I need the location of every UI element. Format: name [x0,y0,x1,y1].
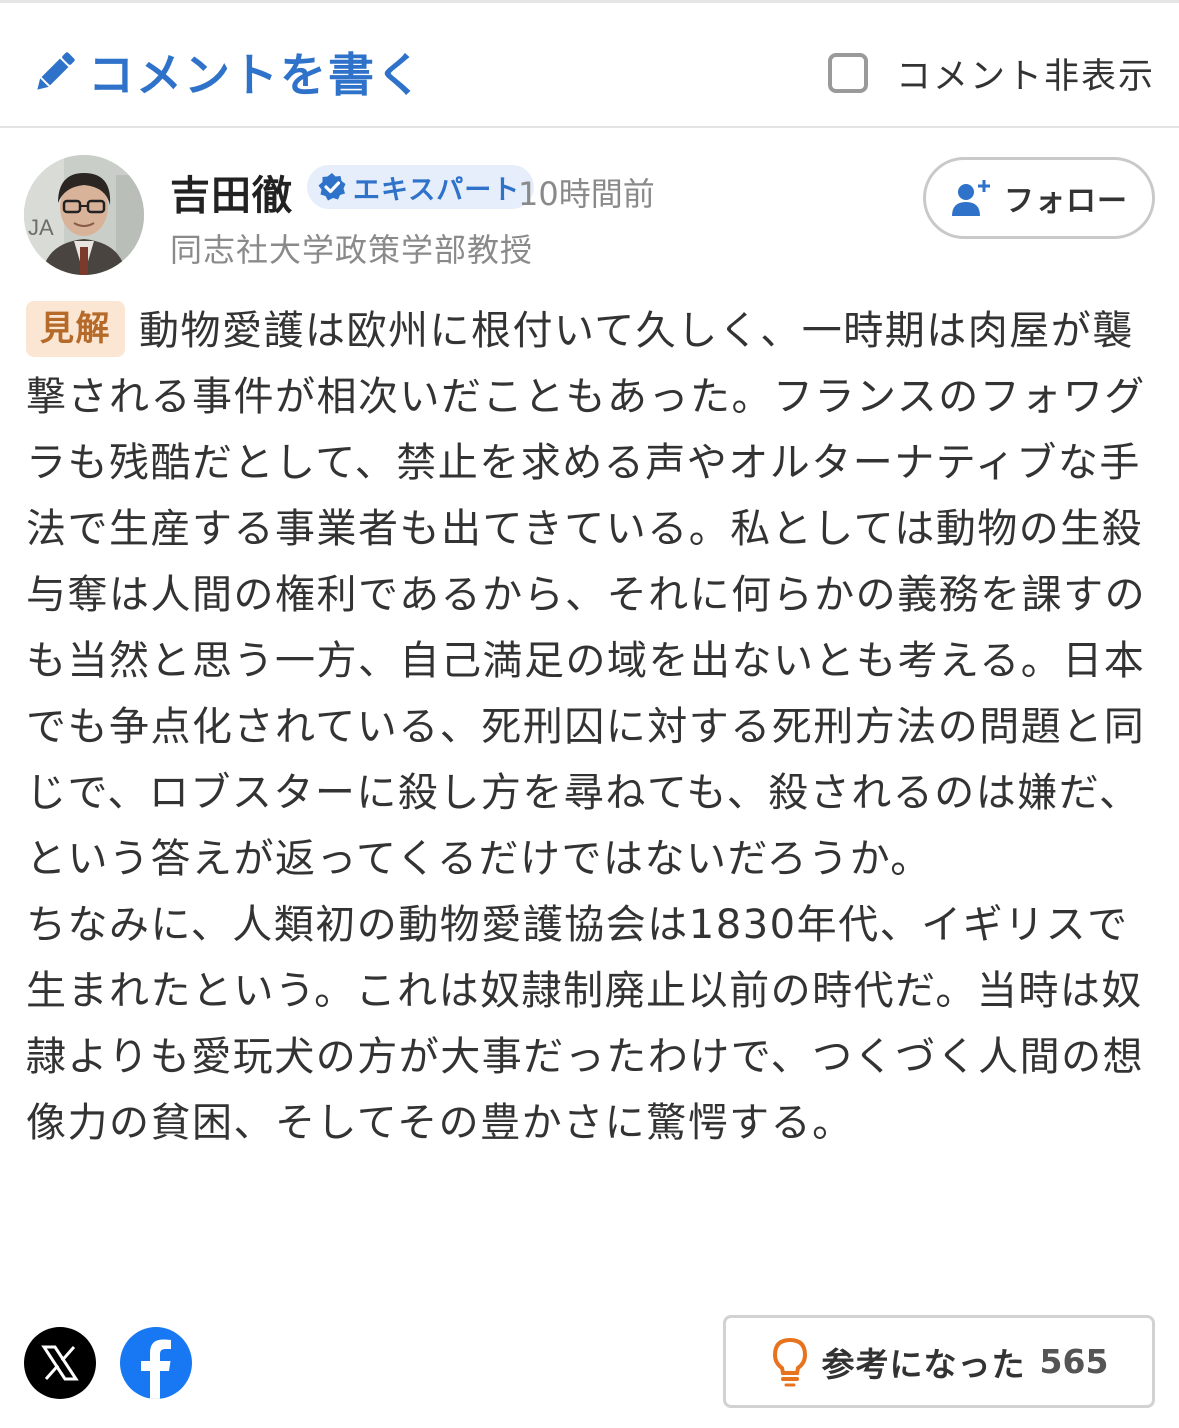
comment-body: 見解 動物愛護は欧州に根付いて久しく、一時期は肉屋が襲撃される事件が相次いだことも… [26,298,1154,1156]
add-person-icon [952,180,990,216]
share-facebook-button[interactable] [120,1327,192,1399]
follow-button[interactable]: フォロー [923,157,1155,239]
author-title: 同志社大学政策学部教授 [170,231,534,269]
comment-paragraph-text: ちなみに、人類初の動物愛護協会は1830年代、イギリスで生まれたという。これは奴… [26,902,1145,1146]
comment-footer: 参考になった 565 [24,1315,1155,1410]
pencil-icon [37,52,75,90]
facebook-logo-icon [141,1339,171,1399]
avatar[interactable]: JA [24,155,144,275]
hide-comments-toggle[interactable]: コメント非表示 [827,47,1155,99]
posted-time: 10時間前 [518,175,655,213]
expert-badge: エキスパート [307,165,535,209]
write-comment-label: コメントを書く [88,48,424,102]
hide-comments-label: コメント非表示 [895,56,1155,97]
author-name[interactable]: 吉田徹 [170,163,293,221]
svg-text:JA: JA [28,215,54,240]
write-comment-link[interactable]: コメントを書く [30,41,424,103]
comment-paragraph: ちなみに、人類初の動物愛護協会は1830年代、イギリスで生まれたという。これは奴… [26,892,1154,1156]
follow-label: フォロー [1004,184,1128,219]
verified-check-icon [318,173,346,201]
hide-comments-checkbox[interactable] [827,53,868,93]
x-logo-icon [41,1345,79,1381]
author-photo: JA [24,155,144,275]
author-row: JA 吉田徹 エキスパート 10時間前 同志社大学政策学部教授 フォロー [24,155,1155,275]
comment-paragraph-text: 動物愛護は欧州に根付いて久しく、一時期は肉屋が襲撃される事件が相次いだこともあっ… [26,308,1147,882]
helpful-button[interactable]: 参考になった 565 [723,1315,1155,1408]
comment-header: コメントを書く コメント非表示 [0,3,1179,128]
expert-label: エキスパート [353,174,521,206]
helpful-label: 参考になった [821,1344,1026,1384]
share-x-button[interactable] [24,1327,96,1399]
lightbulb-icon [772,1337,807,1386]
helpful-count: 565 [1039,1342,1109,1381]
opinion-tag: 見解 [26,301,125,357]
comment-paragraph: 見解 動物愛護は欧州に根付いて久しく、一時期は肉屋が襲撃される事件が相次いだことも… [26,298,1154,892]
